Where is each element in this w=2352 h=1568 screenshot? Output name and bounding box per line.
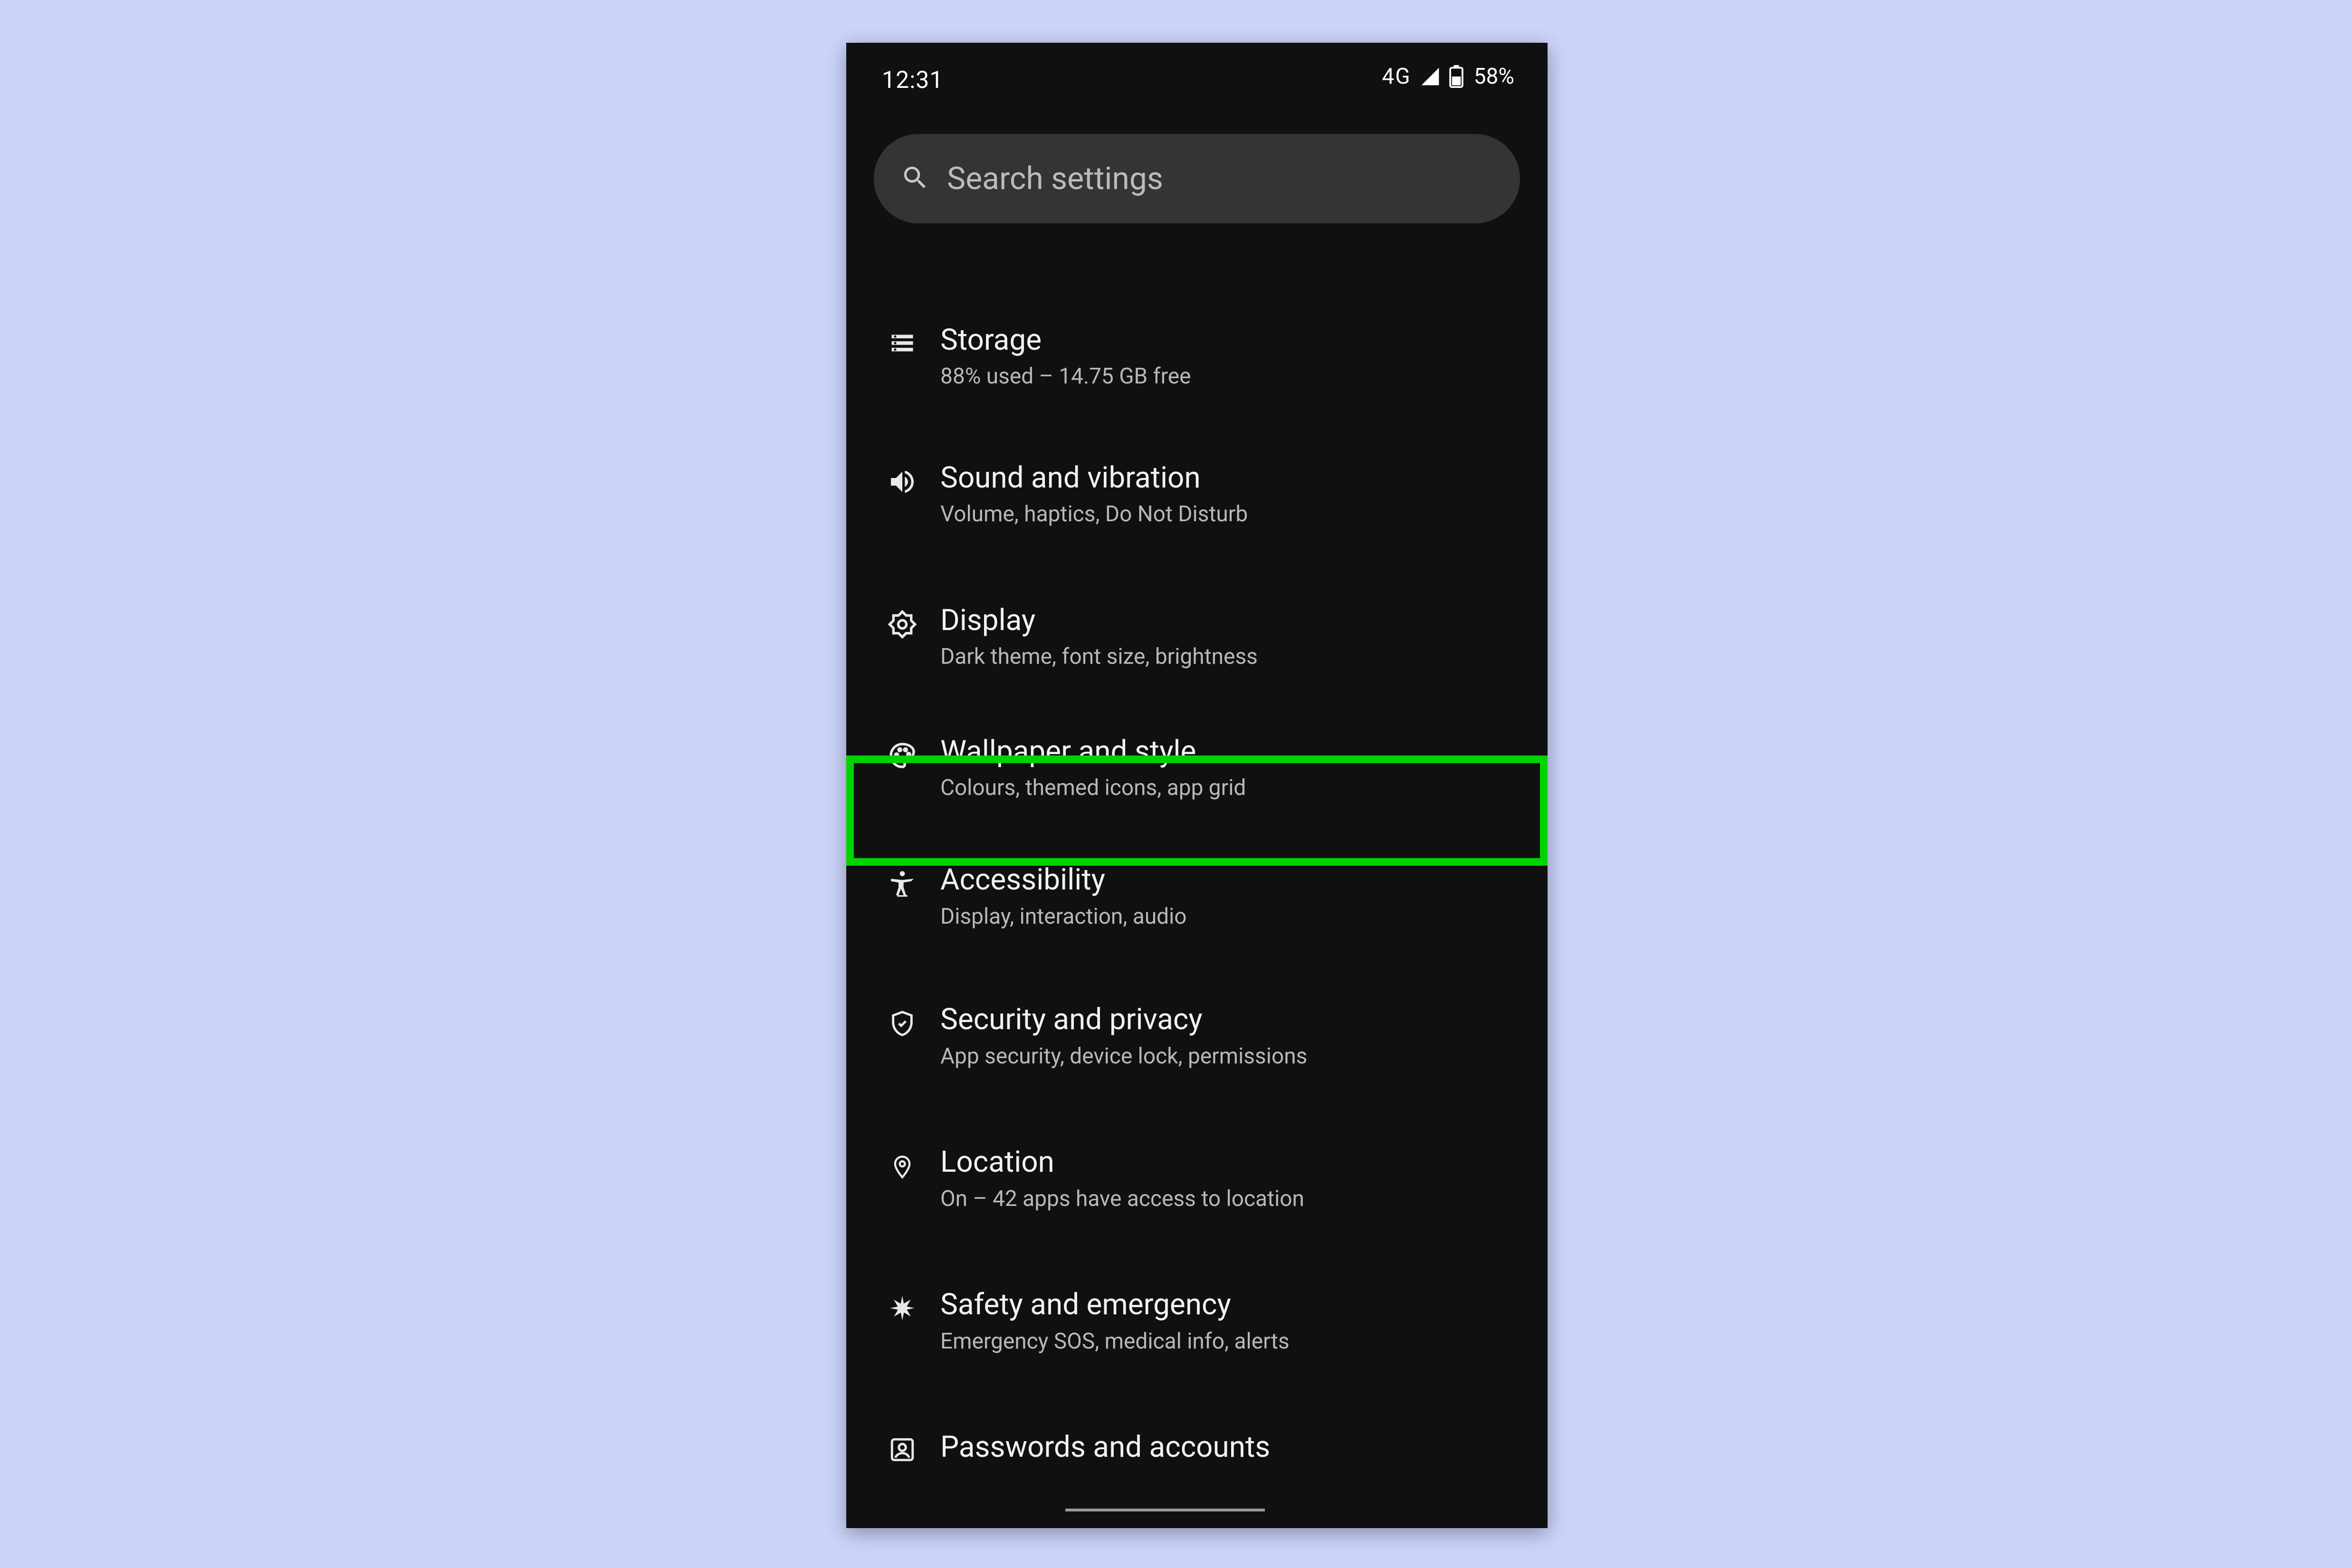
item-sub: Display, interaction, audio bbox=[940, 904, 1520, 930]
item-title: Security and privacy bbox=[940, 1003, 1520, 1036]
item-title: Storage bbox=[940, 323, 1520, 357]
account-icon bbox=[889, 1436, 916, 1465]
search-placeholder: Search settings bbox=[947, 161, 1163, 197]
battery-icon bbox=[1449, 65, 1463, 88]
item-security-privacy[interactable]: Security and privacy App security, devic… bbox=[846, 965, 1548, 1107]
item-sub: Volume, haptics, Do Not Disturb bbox=[940, 501, 1520, 527]
network-label: 4G bbox=[1382, 64, 1411, 89]
palette-icon bbox=[887, 740, 918, 773]
search-settings-field[interactable]: Search settings bbox=[874, 134, 1520, 223]
search-icon bbox=[900, 163, 930, 194]
item-sub: Colours, themed icons, app grid bbox=[940, 775, 1520, 801]
item-location[interactable]: Location On – 42 apps have access to loc… bbox=[846, 1107, 1548, 1250]
sound-icon bbox=[887, 467, 918, 499]
item-title: Accessibility bbox=[940, 863, 1520, 897]
settings-list: Storage 88% used – 14.75 GB free Sound a… bbox=[846, 299, 1548, 1465]
location-icon bbox=[890, 1151, 915, 1185]
accessibility-icon bbox=[887, 869, 918, 901]
shield-icon bbox=[889, 1008, 916, 1041]
item-sub: Emergency SOS, medical info, alerts bbox=[940, 1329, 1520, 1355]
item-sound[interactable]: Sound and vibration Volume, haptics, Do … bbox=[846, 423, 1548, 565]
phone-frame: 12:31 4G 58% Search settings bbox=[846, 43, 1548, 1528]
item-accessibility[interactable]: Accessibility Display, interaction, audi… bbox=[846, 822, 1548, 965]
item-sub: 88% used – 14.75 GB free bbox=[940, 363, 1520, 390]
status-right: 4G 58% bbox=[1382, 64, 1514, 89]
item-storage[interactable]: Storage 88% used – 14.75 GB free bbox=[846, 299, 1548, 423]
clock: 12:31 bbox=[882, 67, 944, 94]
item-title: Passwords and accounts bbox=[940, 1430, 1520, 1464]
signal-icon bbox=[1420, 66, 1441, 87]
battery-percent: 58% bbox=[1474, 64, 1514, 89]
item-title: Wallpaper and style bbox=[940, 735, 1520, 768]
item-title: Safety and emergency bbox=[940, 1288, 1520, 1321]
item-sub: On – 42 apps have access to location bbox=[940, 1186, 1520, 1212]
item-wallpaper-style[interactable]: Wallpaper and style Colours, themed icon… bbox=[846, 708, 1548, 822]
item-title: Location bbox=[940, 1145, 1520, 1179]
item-title: Sound and vibration bbox=[940, 461, 1520, 495]
item-passwords-accounts[interactable]: Passwords and accounts bbox=[846, 1392, 1548, 1465]
storage-icon bbox=[888, 329, 917, 359]
strikethrough-line bbox=[1065, 1509, 1265, 1511]
item-safety-emergency[interactable]: Safety and emergency Emergency SOS, medi… bbox=[846, 1250, 1548, 1392]
item-sub: Dark theme, font size, brightness bbox=[940, 644, 1520, 670]
emergency-icon bbox=[888, 1293, 917, 1325]
item-sub: App security, device lock, permissions bbox=[940, 1043, 1520, 1070]
item-display[interactable]: Display Dark theme, font size, brightnes… bbox=[846, 565, 1548, 708]
status-bar: 12:31 4G 58% bbox=[846, 43, 1548, 100]
brightness-icon bbox=[887, 609, 918, 641]
item-title: Display bbox=[940, 603, 1520, 637]
